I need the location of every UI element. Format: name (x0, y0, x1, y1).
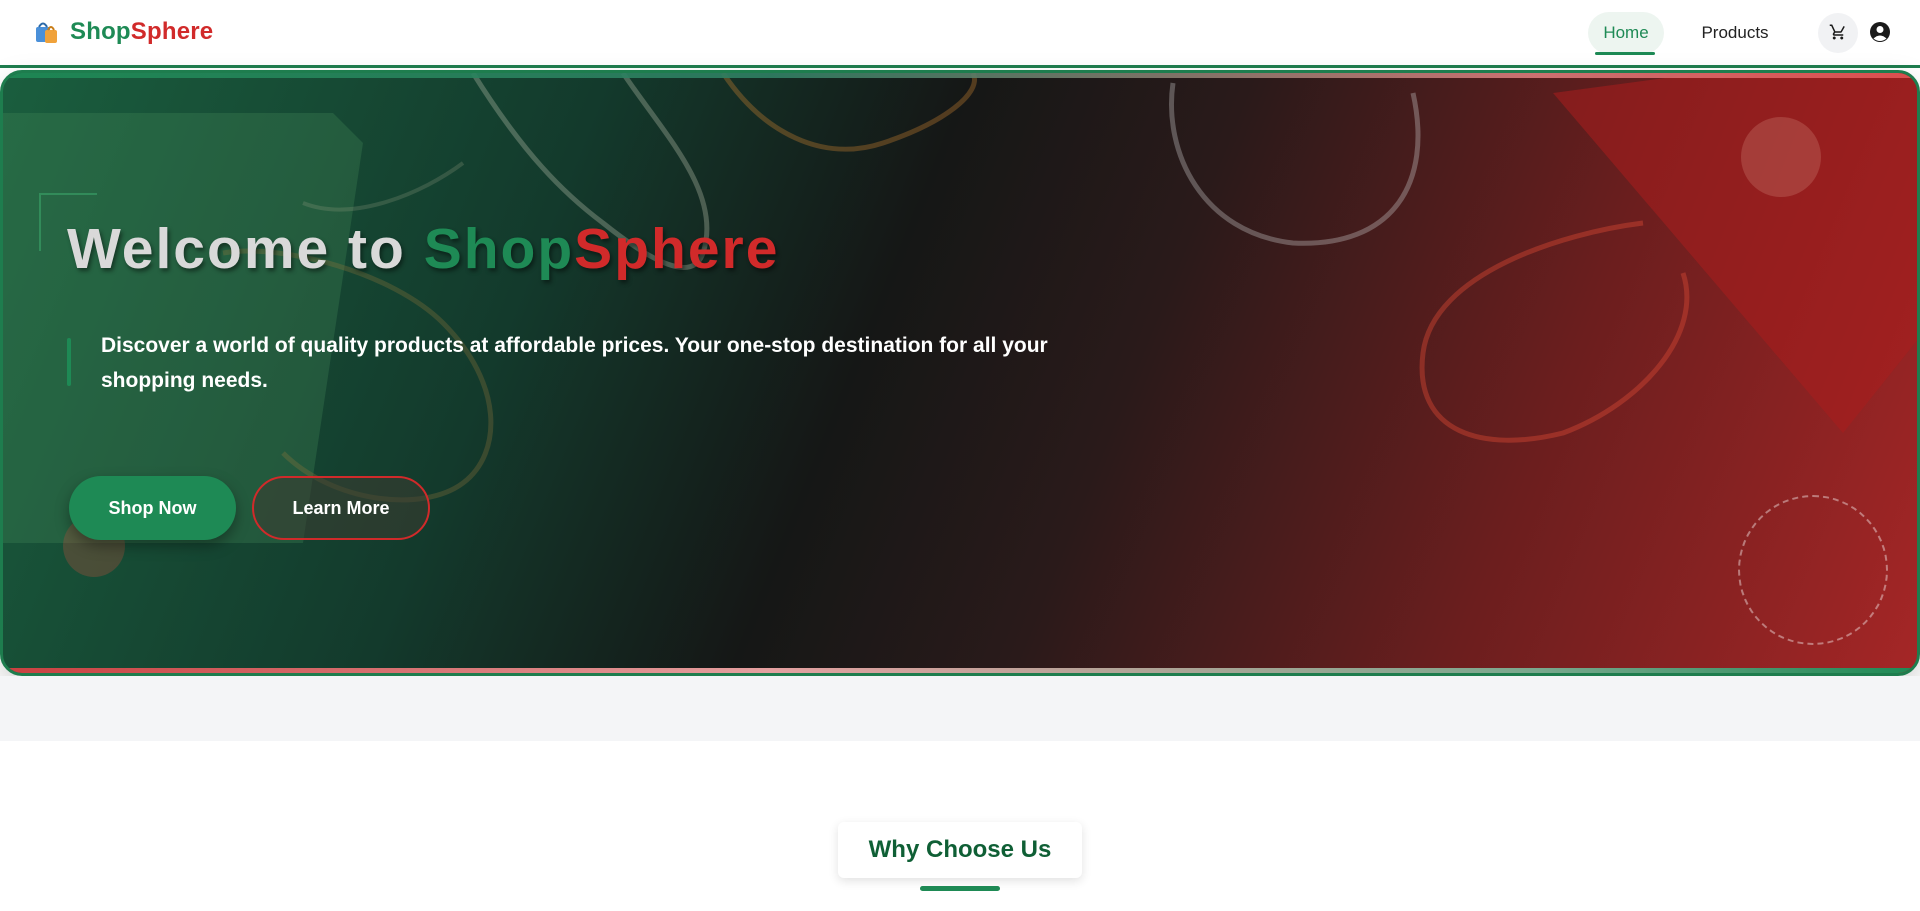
cart-button[interactable] (1818, 13, 1858, 53)
brand-logo-link[interactable]: ShopSphere (34, 18, 213, 46)
top-navbar: ShopSphere Home Products (0, 0, 1920, 68)
decorative-dashed-circle (1738, 495, 1888, 645)
hero-title: Welcome to ShopSphere (67, 216, 779, 282)
learn-more-button[interactable]: Learn More (252, 476, 430, 540)
hero-subtitle: Discover a world of quality products at … (101, 334, 1048, 392)
user-account-button[interactable] (1866, 19, 1894, 47)
heading-underline (920, 886, 1000, 891)
hero-top-accent-line (3, 73, 1917, 78)
brand-name-sphere: Sphere (130, 18, 214, 45)
subtitle-accent-bar (67, 338, 71, 386)
shopping-bags-icon (34, 19, 60, 45)
hero-bottom-accent-line (3, 668, 1917, 673)
brand-name: ShopSphere (70, 18, 213, 46)
cart-icon (1829, 23, 1847, 44)
hero-title-shop: Shop (423, 217, 575, 281)
section-divider-band (0, 676, 1920, 741)
brand-name-shop: Shop (70, 18, 131, 45)
shop-now-button[interactable]: Shop Now (69, 476, 236, 540)
decorative-circle (1741, 117, 1821, 197)
nav-link-home[interactable]: Home (1588, 12, 1664, 54)
hero-title-sphere: Sphere (574, 217, 780, 281)
hero-title-prefix: Welcome to (67, 217, 424, 281)
user-account-icon (1868, 20, 1892, 47)
active-nav-indicator (1595, 52, 1655, 55)
nav-link-products[interactable]: Products (1700, 12, 1770, 54)
hero-banner: Welcome to ShopSphere Discover a world o… (0, 70, 1920, 676)
why-choose-us-heading: Why Choose Us (838, 822, 1082, 878)
